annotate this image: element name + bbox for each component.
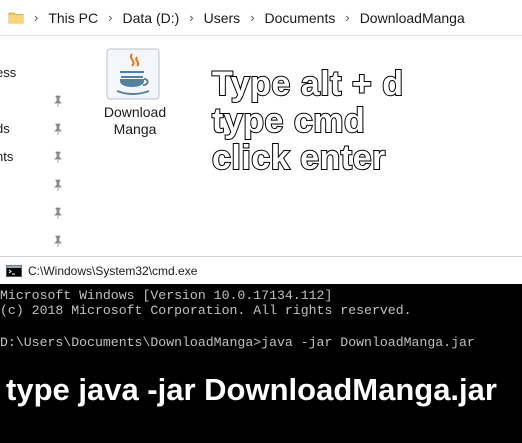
folder-icon (8, 12, 24, 23)
console-line: (c) 2018 Microsoft Corporation. All righ… (0, 303, 412, 318)
breadcrumb-item[interactable]: › Users (179, 10, 240, 26)
breadcrumb-item[interactable]: › This PC (24, 10, 98, 26)
pin-icon (54, 151, 62, 163)
chevron-right-icon: › (108, 10, 113, 25)
cmd-title: C:\Windows\System32\cmd.exe (28, 263, 198, 278)
chevron-right-icon: › (189, 10, 194, 25)
nav-item[interactable] (0, 88, 74, 114)
pin-icon (54, 123, 62, 135)
pin-icon (54, 179, 62, 191)
file-label: Download Manga (103, 104, 167, 137)
nav-item[interactable] (0, 200, 74, 226)
instruction-line: Type alt + d (211, 65, 404, 104)
address-bar[interactable]: › This PC › Data (D:) › Users › Document… (0, 0, 522, 36)
java-icon (106, 48, 160, 100)
breadcrumb-item[interactable]: › DownloadManga (335, 10, 464, 26)
instruction-overlay: Type alt + d type cmd click enter (211, 65, 512, 178)
instruction-line: click enter (211, 139, 386, 178)
chevron-right-icon: › (345, 10, 350, 25)
chevron-right-icon: › (250, 10, 255, 25)
console-line: Microsoft Windows [Version 10.0.17134.11… (0, 288, 333, 303)
file-explorer-window: › This PC › Data (D:) › Users › Document… (0, 0, 522, 256)
nav-item[interactable] (0, 228, 74, 254)
instruction-line: type cmd (211, 102, 366, 141)
pin-icon (54, 207, 62, 219)
nav-item[interactable] (0, 172, 74, 198)
navigation-pane: ess ds nts (0, 36, 74, 256)
nav-item-quick-access[interactable]: ess (0, 60, 74, 86)
cmd-titlebar[interactable]: C:\Windows\System32\cmd.exe (0, 256, 522, 284)
chevron-right-icon: › (34, 10, 39, 25)
terminal-icon (6, 264, 22, 277)
breadcrumb-item[interactable]: › Data (D:) (98, 10, 179, 26)
nav-item-downloads[interactable]: ds (0, 116, 74, 142)
command-caption: type java -jar DownloadManga.jar (6, 372, 497, 407)
nav-item-documents[interactable]: nts (0, 144, 74, 170)
console-line: D:\Users\Documents\DownloadManga>java -j… (0, 335, 475, 350)
console-output[interactable]: Microsoft Windows [Version 10.0.17134.11… (0, 286, 522, 376)
cmd-window: C:\Windows\System32\cmd.exe Microsoft Wi… (0, 256, 522, 443)
breadcrumb-item[interactable]: › Documents (240, 10, 335, 26)
pin-icon (54, 235, 62, 247)
pin-icon (54, 95, 62, 107)
file-downloadmanga-jar[interactable]: Download Manga (96, 48, 174, 144)
